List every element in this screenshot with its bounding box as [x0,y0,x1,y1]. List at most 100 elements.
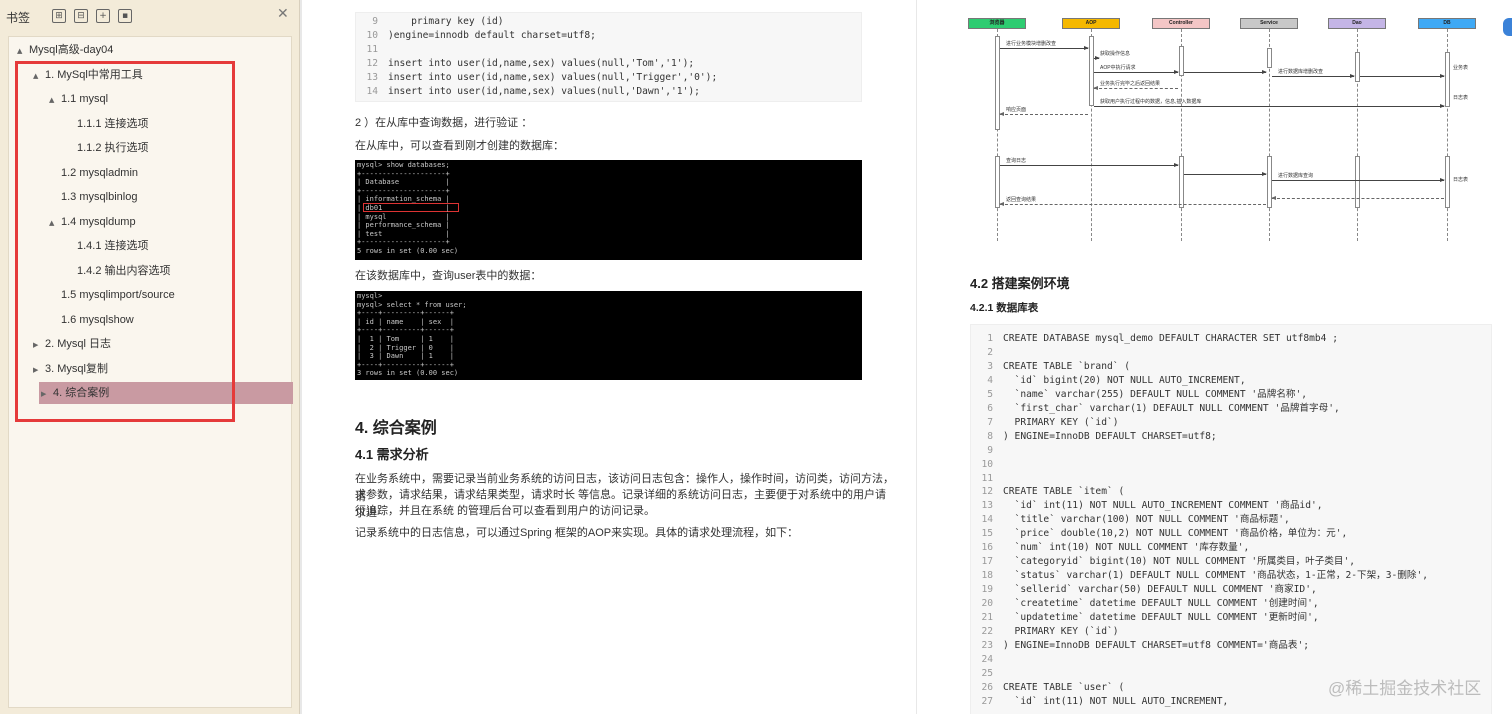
line-number: 25 [981,667,993,679]
collapse-arrow-icon[interactable]: ▲ [49,212,61,234]
code-text: CREATE TABLE `item` ( [1003,486,1125,498]
bookmark-tree: ▲ Mysql高级-day04 ▲ 1. MySql中常用工具 ▲ 1.1 mysql 1.… [8,36,293,708]
step2-text: 2 ）在从库中查询数据，进行验证 ： [355,117,533,129]
line-number: 7 [987,416,993,428]
message-arrow [1094,104,1445,108]
collapse-arrow-icon[interactable]: ▲ [33,65,45,87]
code-line: 20 `createtime` datetime DEFAULT NULL CO… [971,597,1319,611]
toc-item-label: 1.4.1 连接选项 [77,240,149,252]
bookmark-sidebar: 书签 ⊞ ⊟ + ▪ ✕ ▲ Mysql高级-day04 ▲ 1. MySql中常用工… [0,0,300,714]
code-text: `sellerid` varchar(50) DEFAULT NULL COMM… [1003,584,1317,596]
lifeline-header: Dao [1328,18,1386,29]
toc-item-label: 3. Mysql复制 [45,362,108,375]
line-number: 10 [981,458,993,470]
toc-item[interactable]: 1.4.2 输出内容选项 [65,260,171,282]
code-text: primary key (id) [388,16,504,27]
code-text: `name` varchar(255) DEFAULT NULL COMMENT… [1003,388,1308,400]
pdf-page-right[interactable]: 浏览器 AOP Controller Service Dao DB 进行业务模块增删改查 获取… [917,0,1512,714]
terminal-show-databases: mysql> show databases; +-----------------… [355,160,862,260]
collapse-all-icon[interactable]: ⊟ [74,9,88,23]
code-line: 16 `num` int(10) NOT NULL COMMENT '库存数量'… [971,541,1249,555]
toc-item[interactable]: ▲ 1.1 mysql [49,88,108,110]
lifeline-header: Controller [1152,18,1210,29]
expand-arrow-icon[interactable]: ▶ [33,359,45,381]
toc-item[interactable]: 1.6 mysqlshow [49,309,134,331]
bookmark-icon[interactable]: ▪ [118,9,132,23]
activation-bar [1355,52,1360,82]
terminal-line: +--------------------+ [357,169,450,178]
toc-item[interactable]: ▲ 1.4 mysqldump [49,211,136,233]
paragraph-line: 行追踪，并且在系统 的管理后台可以查看到用户的访问记录。 [355,505,656,517]
terminal-line: +----+---------+------+ [357,309,454,318]
terminal-line: | 1 | Tom | 1 | [357,335,454,343]
line-number: 22 [981,625,993,637]
toc-item[interactable]: 1.1.1 连接选项 [65,113,149,135]
lifeline-header: Service [1240,18,1298,29]
line-number: 1 [987,333,993,344]
sidebar-header: 书签 ⊞ ⊟ + ▪ ✕ [0,0,300,32]
lifeline-header: AOP [1062,18,1120,29]
expand-arrow-icon[interactable]: ▶ [41,383,53,405]
message-label: 日志表 [1453,95,1469,101]
side-tool-icon[interactable] [1503,18,1512,36]
toc-item[interactable]: ▶ 3. Mysql复制 [33,358,108,380]
code-text: `first_char` varchar(1) DEFAULT NULL COM… [1003,402,1340,414]
line-number: 23 [981,639,993,651]
line-number: 15 [981,528,993,540]
terminal-line: +----+---------+------+ [357,360,454,369]
toc-item-label: 1.5 mysqlimport/source [61,289,175,301]
line-number: 14 [981,514,993,526]
line-number: 12 [366,58,378,69]
toc-item-label: 1.3 mysqlbinlog [61,191,138,203]
toc-item-label: 1. MySql中常用工具 [45,68,143,81]
sequence-diagram: 浏览器 AOP Controller Service Dao DB 进行业务模块增删改查 获取… [967,12,1487,242]
toc-item[interactable]: ▲ 1. MySql中常用工具 [33,64,143,86]
pdf-page-left[interactable]: 9 primary key (id) 10)engine=innodb defau… [302,0,916,714]
toc-item[interactable]: 1.3 mysqlbinlog [49,186,137,208]
close-icon[interactable]: ✕ [277,6,289,22]
collapse-arrow-icon[interactable]: ▲ [17,40,29,62]
toc-item[interactable]: ▲ Mysql高级-day04 [17,39,113,61]
code-line: 22 PRIMARY KEY (`id`) [971,625,1118,639]
toc-item[interactable]: ▶ 4. 综合案例 [39,382,293,404]
message-label: 业务执行完毕之后返回结果 [1100,81,1161,87]
collapse-arrow-icon[interactable]: ▲ [49,89,61,111]
line-number: 9 [987,444,993,456]
message-arrow [1000,46,1089,50]
activation-bar [1179,156,1184,208]
message-label: 日志表 [1453,177,1469,183]
activation-bar [1267,156,1272,208]
code-line: 8) ENGINE=InnoDB DEFAULT CHARSET=utf8; [971,430,1217,444]
code-line: 24 [971,653,1003,667]
toc-item[interactable]: 1.1.2 执行选项 [65,137,149,159]
toc-item[interactable]: ▶ 2. Mysql 日志 [33,333,111,355]
terminal-line: | performance_schema | [357,221,450,230]
lifeline-header: DB [1418,18,1476,29]
heading-4-2-1: 4.2.1 数据库表 [970,302,1039,314]
code-line: 10)engine=innodb default charset=utf8; [356,29,596,43]
message-arrow [1094,70,1179,74]
code-text: `createtime` datetime DEFAULT NULL COMME… [1003,598,1319,610]
message-arrow [1272,178,1445,182]
expand-arrow-icon[interactable]: ▶ [33,334,45,356]
line-number: 13 [981,500,993,512]
code-line: 11 [971,472,1003,486]
toc-item[interactable]: 1.5 mysqlimport/source [49,284,175,306]
terminal-line: mysql> select * from user; [357,300,467,309]
message-arrow [1000,163,1179,167]
message-arrow [999,202,1266,206]
add-bookmark-icon[interactable]: + [96,9,110,23]
terminal-line: | Database | [357,178,450,187]
message-label: 进行数据库增删改查 [1278,69,1324,75]
toc-item[interactable]: 1.2 mysqladmin [49,162,138,184]
heading-4-2: 4.2 搭建案例环境 [970,276,1070,291]
toc-item[interactable]: 1.4.1 连接选项 [65,235,149,257]
toc-item-label: 4. 综合案例 [53,387,110,399]
code-text: PRIMARY KEY (`id`) [1003,416,1119,428]
code-text: `price` double(10,2) NOT NULL COMMENT '商… [1003,528,1348,540]
code-text: insert into user(id,name,sex) values(nul… [388,58,695,69]
message-arrow [1184,172,1267,176]
code-text: `id` int(11) NOT NULL AUTO_INCREMENT, [1003,695,1229,707]
line-number: 4 [987,374,993,386]
expand-all-icon[interactable]: ⊞ [52,9,66,23]
